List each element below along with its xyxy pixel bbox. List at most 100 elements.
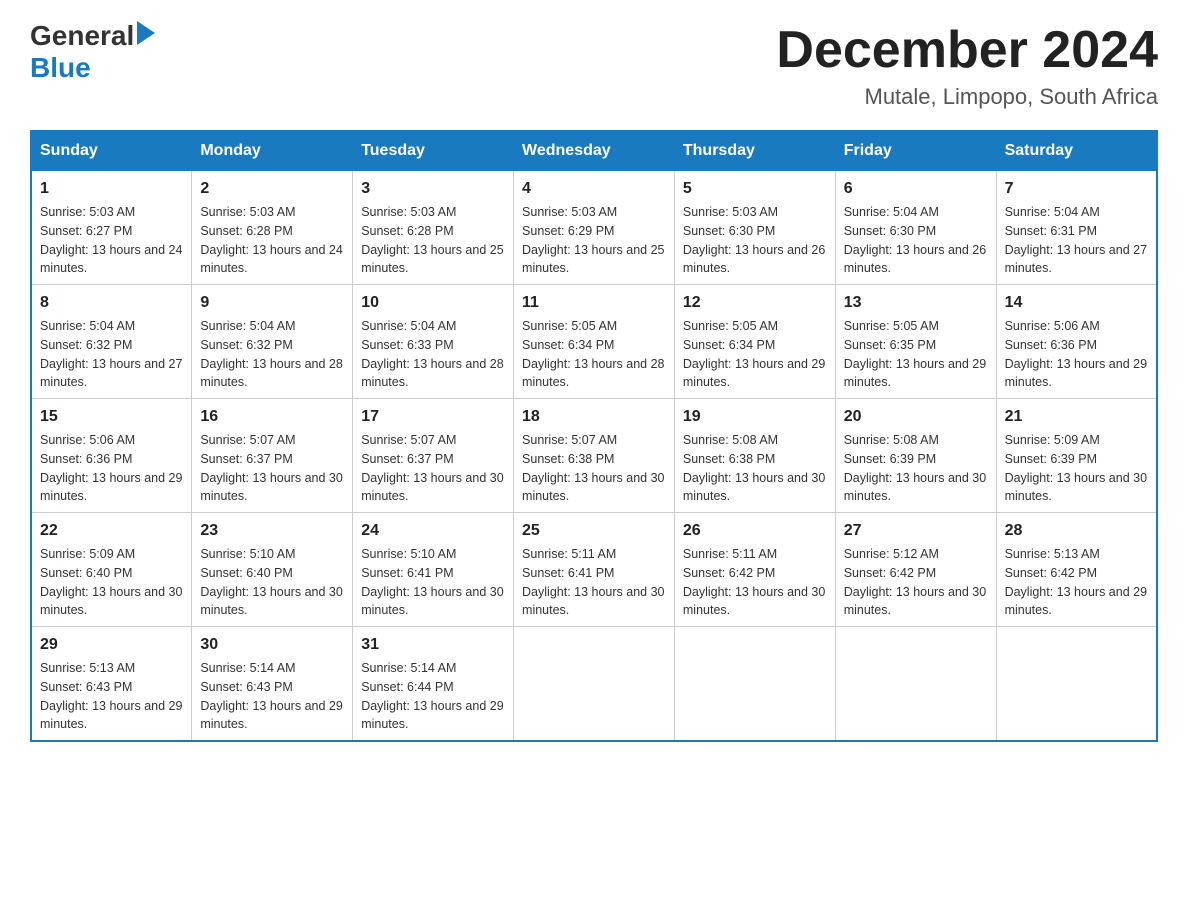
month-title: December 2024 xyxy=(776,20,1158,80)
calendar-cell: 27 Sunrise: 5:12 AMSunset: 6:42 PMDaylig… xyxy=(835,513,996,627)
calendar-cell: 25 Sunrise: 5:11 AMSunset: 6:41 PMDaylig… xyxy=(514,513,675,627)
day-info: Sunrise: 5:10 AMSunset: 6:41 PMDaylight:… xyxy=(361,547,503,617)
calendar-cell: 12 Sunrise: 5:05 AMSunset: 6:34 PMDaylig… xyxy=(674,285,835,399)
day-number: 17 xyxy=(361,405,505,429)
calendar-cell: 9 Sunrise: 5:04 AMSunset: 6:32 PMDayligh… xyxy=(192,285,353,399)
day-info: Sunrise: 5:05 AMSunset: 6:34 PMDaylight:… xyxy=(522,319,664,389)
day-number: 22 xyxy=(40,519,183,543)
day-info: Sunrise: 5:07 AMSunset: 6:38 PMDaylight:… xyxy=(522,433,664,503)
calendar-cell: 29 Sunrise: 5:13 AMSunset: 6:43 PMDaylig… xyxy=(31,627,192,742)
day-number: 25 xyxy=(522,519,666,543)
calendar-cell: 22 Sunrise: 5:09 AMSunset: 6:40 PMDaylig… xyxy=(31,513,192,627)
day-info: Sunrise: 5:06 AMSunset: 6:36 PMDaylight:… xyxy=(1005,319,1147,389)
calendar-cell: 20 Sunrise: 5:08 AMSunset: 6:39 PMDaylig… xyxy=(835,399,996,513)
day-number: 19 xyxy=(683,405,827,429)
calendar-cell: 2 Sunrise: 5:03 AMSunset: 6:28 PMDayligh… xyxy=(192,171,353,285)
calendar-cell: 30 Sunrise: 5:14 AMSunset: 6:43 PMDaylig… xyxy=(192,627,353,742)
day-info: Sunrise: 5:03 AMSunset: 6:28 PMDaylight:… xyxy=(200,205,342,275)
day-info: Sunrise: 5:12 AMSunset: 6:42 PMDaylight:… xyxy=(844,547,986,617)
day-info: Sunrise: 5:04 AMSunset: 6:33 PMDaylight:… xyxy=(361,319,503,389)
calendar-week-row: 22 Sunrise: 5:09 AMSunset: 6:40 PMDaylig… xyxy=(31,513,1157,627)
day-info: Sunrise: 5:04 AMSunset: 6:31 PMDaylight:… xyxy=(1005,205,1147,275)
logo-blue-text: Blue xyxy=(30,52,91,83)
day-info: Sunrise: 5:14 AMSunset: 6:43 PMDaylight:… xyxy=(200,661,342,731)
column-header-wednesday: Wednesday xyxy=(514,131,675,171)
calendar-cell: 14 Sunrise: 5:06 AMSunset: 6:36 PMDaylig… xyxy=(996,285,1157,399)
day-info: Sunrise: 5:04 AMSunset: 6:32 PMDaylight:… xyxy=(40,319,182,389)
day-info: Sunrise: 5:09 AMSunset: 6:39 PMDaylight:… xyxy=(1005,433,1147,503)
day-number: 21 xyxy=(1005,405,1148,429)
calendar-cell: 11 Sunrise: 5:05 AMSunset: 6:34 PMDaylig… xyxy=(514,285,675,399)
day-number: 20 xyxy=(844,405,988,429)
calendar-cell xyxy=(674,627,835,742)
day-info: Sunrise: 5:04 AMSunset: 6:30 PMDaylight:… xyxy=(844,205,986,275)
calendar-table: SundayMondayTuesdayWednesdayThursdayFrid… xyxy=(30,130,1158,742)
day-info: Sunrise: 5:07 AMSunset: 6:37 PMDaylight:… xyxy=(361,433,503,503)
day-info: Sunrise: 5:05 AMSunset: 6:34 PMDaylight:… xyxy=(683,319,825,389)
calendar-cell: 16 Sunrise: 5:07 AMSunset: 6:37 PMDaylig… xyxy=(192,399,353,513)
day-number: 6 xyxy=(844,177,988,201)
calendar-cell: 4 Sunrise: 5:03 AMSunset: 6:29 PMDayligh… xyxy=(514,171,675,285)
day-info: Sunrise: 5:08 AMSunset: 6:39 PMDaylight:… xyxy=(844,433,986,503)
day-number: 13 xyxy=(844,291,988,315)
title-section: December 2024 Mutale, Limpopo, South Afr… xyxy=(776,20,1158,110)
day-number: 27 xyxy=(844,519,988,543)
calendar-cell: 21 Sunrise: 5:09 AMSunset: 6:39 PMDaylig… xyxy=(996,399,1157,513)
day-info: Sunrise: 5:11 AMSunset: 6:41 PMDaylight:… xyxy=(522,547,664,617)
day-number: 4 xyxy=(522,177,666,201)
day-number: 9 xyxy=(200,291,344,315)
calendar-week-row: 8 Sunrise: 5:04 AMSunset: 6:32 PMDayligh… xyxy=(31,285,1157,399)
day-number: 26 xyxy=(683,519,827,543)
calendar-cell: 5 Sunrise: 5:03 AMSunset: 6:30 PMDayligh… xyxy=(674,171,835,285)
day-number: 15 xyxy=(40,405,183,429)
calendar-week-row: 15 Sunrise: 5:06 AMSunset: 6:36 PMDaylig… xyxy=(31,399,1157,513)
day-number: 3 xyxy=(361,177,505,201)
day-number: 8 xyxy=(40,291,183,315)
logo-triangle-icon xyxy=(137,21,155,45)
calendar-cell: 26 Sunrise: 5:11 AMSunset: 6:42 PMDaylig… xyxy=(674,513,835,627)
day-info: Sunrise: 5:04 AMSunset: 6:32 PMDaylight:… xyxy=(200,319,342,389)
logo: General Blue xyxy=(30,20,155,84)
day-info: Sunrise: 5:07 AMSunset: 6:37 PMDaylight:… xyxy=(200,433,342,503)
column-header-sunday: Sunday xyxy=(31,131,192,171)
column-header-tuesday: Tuesday xyxy=(353,131,514,171)
logo-general-text: General xyxy=(30,20,134,52)
day-number: 5 xyxy=(683,177,827,201)
day-info: Sunrise: 5:13 AMSunset: 6:43 PMDaylight:… xyxy=(40,661,182,731)
day-number: 23 xyxy=(200,519,344,543)
day-info: Sunrise: 5:03 AMSunset: 6:29 PMDaylight:… xyxy=(522,205,664,275)
column-header-friday: Friday xyxy=(835,131,996,171)
calendar-cell: 3 Sunrise: 5:03 AMSunset: 6:28 PMDayligh… xyxy=(353,171,514,285)
calendar-cell: 28 Sunrise: 5:13 AMSunset: 6:42 PMDaylig… xyxy=(996,513,1157,627)
calendar-cell: 7 Sunrise: 5:04 AMSunset: 6:31 PMDayligh… xyxy=(996,171,1157,285)
calendar-cell: 17 Sunrise: 5:07 AMSunset: 6:37 PMDaylig… xyxy=(353,399,514,513)
day-number: 10 xyxy=(361,291,505,315)
calendar-cell xyxy=(514,627,675,742)
day-number: 18 xyxy=(522,405,666,429)
day-number: 12 xyxy=(683,291,827,315)
day-number: 29 xyxy=(40,633,183,657)
day-info: Sunrise: 5:03 AMSunset: 6:27 PMDaylight:… xyxy=(40,205,182,275)
day-info: Sunrise: 5:10 AMSunset: 6:40 PMDaylight:… xyxy=(200,547,342,617)
day-info: Sunrise: 5:05 AMSunset: 6:35 PMDaylight:… xyxy=(844,319,986,389)
calendar-cell: 1 Sunrise: 5:03 AMSunset: 6:27 PMDayligh… xyxy=(31,171,192,285)
calendar-cell: 8 Sunrise: 5:04 AMSunset: 6:32 PMDayligh… xyxy=(31,285,192,399)
calendar-cell: 23 Sunrise: 5:10 AMSunset: 6:40 PMDaylig… xyxy=(192,513,353,627)
day-number: 24 xyxy=(361,519,505,543)
column-header-monday: Monday xyxy=(192,131,353,171)
day-info: Sunrise: 5:14 AMSunset: 6:44 PMDaylight:… xyxy=(361,661,503,731)
day-info: Sunrise: 5:11 AMSunset: 6:42 PMDaylight:… xyxy=(683,547,825,617)
day-info: Sunrise: 5:08 AMSunset: 6:38 PMDaylight:… xyxy=(683,433,825,503)
page-header: General Blue December 2024 Mutale, Limpo… xyxy=(30,20,1158,110)
calendar-cell: 18 Sunrise: 5:07 AMSunset: 6:38 PMDaylig… xyxy=(514,399,675,513)
day-number: 1 xyxy=(40,177,183,201)
day-info: Sunrise: 5:06 AMSunset: 6:36 PMDaylight:… xyxy=(40,433,182,503)
calendar-cell: 31 Sunrise: 5:14 AMSunset: 6:44 PMDaylig… xyxy=(353,627,514,742)
day-number: 7 xyxy=(1005,177,1148,201)
day-number: 2 xyxy=(200,177,344,201)
calendar-cell xyxy=(996,627,1157,742)
day-number: 28 xyxy=(1005,519,1148,543)
calendar-cell: 19 Sunrise: 5:08 AMSunset: 6:38 PMDaylig… xyxy=(674,399,835,513)
day-info: Sunrise: 5:03 AMSunset: 6:28 PMDaylight:… xyxy=(361,205,503,275)
day-number: 16 xyxy=(200,405,344,429)
